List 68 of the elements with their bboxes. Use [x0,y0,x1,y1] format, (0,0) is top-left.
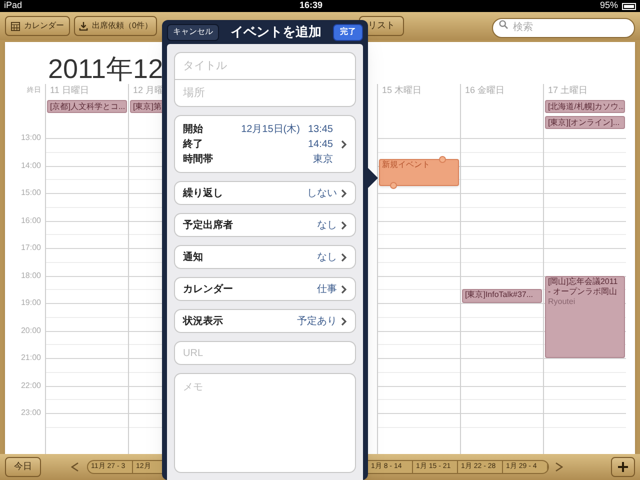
all-day-event[interactable]: [東京][オンライン]... [545,116,625,129]
row-label: 繰り返し [183,186,224,200]
calendar-icon [11,22,20,30]
search-field[interactable]: 検索 [492,18,635,38]
resize-handle[interactable] [390,182,397,190]
all-day-event[interactable]: [京都]人文科学とコ... [47,100,127,113]
chevron-icon [341,220,347,230]
today-button[interactable]: 今日 [5,457,41,477]
row-label: 終了 [183,138,204,152]
chevron-icon [341,284,347,294]
calendars-button[interactable]: カレンダー [5,16,70,36]
battery-level: 95% [600,0,618,12]
chevron-icon [341,316,347,326]
hour-label: 20:00 [20,326,41,336]
invitations-button[interactable]: 出席依頼（0件） [74,16,158,36]
hour-label: 22:00 [20,380,41,390]
row-value: 13:45 [308,122,333,136]
chevron-icon [341,140,347,148]
hour-label: 14:00 [20,160,41,170]
plus-icon [618,462,628,472]
day-header: 17 土曜日 [548,84,588,98]
event-title: [東京]InfoTalk#37... [465,290,534,300]
title-field[interactable]: タイトル [174,52,356,80]
event-location: Ryoutei [548,296,576,306]
row-value: 14:45 [308,138,333,152]
event-title: 新規イベント [382,160,431,170]
clock: 16:39 [299,0,323,12]
chevron-icon [341,188,347,198]
hour-label: 21:00 [20,353,41,363]
row-value: しない [307,186,337,200]
hour-label: 17:00 [20,243,41,253]
row-label: 予定出席者 [183,218,234,232]
url-field[interactable]: URL [174,341,356,365]
row-value: なし [317,250,337,264]
start-date: 12月15日(木) [241,122,300,136]
row-label: カレンダー [183,282,234,296]
popover-title: イベントを追加 [230,23,322,42]
hour-label: 23:00 [20,408,41,418]
day-header: 11 日曜日 [50,84,89,98]
event-title: [岡山]忘年会議2011 - オープンラボ岡山 [548,276,619,296]
cancel-button[interactable]: キャンセル [167,24,219,40]
row-value: 仕事 [317,282,337,296]
row-label: 通知 [183,250,204,264]
row-value: なし [317,218,337,232]
add-button[interactable] [611,457,635,477]
battery-icon [622,2,636,10]
row-value: 東京 [313,152,333,166]
chevron-icon [341,252,347,262]
download-icon [79,22,88,30]
hour-label: 19:00 [20,298,41,308]
row-label: 状況表示 [183,314,224,328]
day-header: 15 木曜日 [382,84,422,98]
resize-handle[interactable] [439,156,446,163]
hour-label: 16:00 [20,216,41,226]
timed-event[interactable]: [岡山]忘年会議2011 - オープンラボ岡山 Ryoutei [545,276,625,358]
day-header: 16 金曜日 [465,84,505,98]
timed-event[interactable]: [東京]InfoTalk#37... [462,289,542,303]
row-label: 開始 [183,122,204,136]
hour-label: 15:00 [20,188,41,198]
hour-label: 18:00 [20,270,41,280]
row-value: 予定あり [297,314,337,328]
calendar-title: 2011年12 [48,54,164,84]
done-button[interactable]: 完了 [333,24,363,40]
row-label: 時間帯 [183,152,214,166]
hour-label: 13:00 [20,133,41,143]
notes-field[interactable]: メモ [174,373,356,473]
location-field[interactable]: 場所 [174,80,356,107]
device-name: iPad [4,0,22,12]
